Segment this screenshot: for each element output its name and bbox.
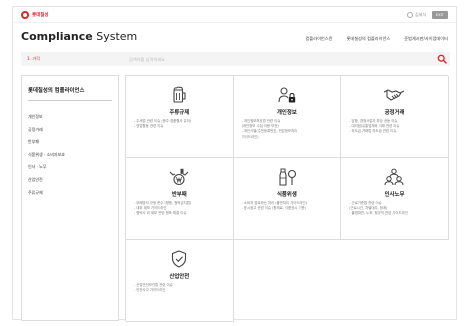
- person-lock-icon: [278, 87, 296, 103]
- sidebar: 롯데칠성의 컴플라이언스 개인정보 공정거래 반부패 식품위생 · 소비자보호 …: [21, 75, 119, 321]
- user-name: 김세식: [414, 12, 426, 17]
- user-info: 김세식: [406, 12, 426, 18]
- card-description: - 산업안전보건법 관련 이슈 - 안전사고 가이드라인: [134, 283, 228, 293]
- card-desc-line: - 하도급 거래법 하도급 관련 이슈: [349, 129, 397, 134]
- card-food-hygiene[interactable]: 식품위생 - 소비자 접촉하는 처리 (불만처리 가이드라인) - 표시광고 관…: [233, 158, 342, 240]
- user-icon: [406, 12, 413, 18]
- card-desc-line: - 협력사 외 제보 관련 협조·체결 이슈: [134, 211, 187, 216]
- card-description: - 소비자 접촉하는 처리 (불만처리 가이드라인) - 표시광고 관련 이슈 …: [242, 201, 336, 211]
- beer-mug-icon: [173, 86, 186, 103]
- top-bar: 롯데칠성 김세식 EXIT: [13, 7, 456, 23]
- card-description: - 담합, 경쟁사업자 부당 공동 이슈 - 대리점/유통업체와 거래 관련 이…: [349, 119, 443, 135]
- logo-mark-icon: [21, 11, 29, 19]
- sidebar-item-liquor-regulation[interactable]: 주류규제: [22, 187, 118, 200]
- card-anti-corruption[interactable]: 반부패 - 부패방지 규정 준수 (향응, 청탁금지법) - 내부 제보 가이드…: [126, 158, 234, 240]
- card-desc-line: - 불법파견, 노조, 정규직 관련 가이드라인: [349, 211, 408, 216]
- hands-money-icon: [169, 168, 189, 186]
- brand-logo[interactable]: 롯데칠성: [21, 11, 49, 19]
- category-select[interactable]: 1. 가각: [21, 52, 119, 66]
- logo-text: 롯데칠성: [32, 13, 49, 18]
- nav-item-board[interactable]: 준법게시판/사이업데이터: [404, 36, 448, 42]
- main-nav: 컴플라이언스란 롯데칠성의 컴플라이언스 준법게시판/사이업데이터: [306, 36, 448, 42]
- page-frame: 롯데칠성 김세식 EXIT Compliance System 컴플라이언스란 …: [12, 6, 457, 322]
- exit-button[interactable]: EXIT: [432, 11, 448, 19]
- card-title: 반부패: [171, 192, 187, 198]
- header: Compliance System 컴플라이언스란 롯데칠성의 컴플라이언스 준…: [13, 24, 456, 46]
- sidebar-list: 개인정보 공정거래 반부패 식품위생 · 소비자보호 인사 · 노무 산업안전 …: [22, 111, 118, 199]
- card-title: 인사노무: [384, 192, 405, 198]
- card-hr-labor[interactable]: 인사노무 - 근로기준법 관련 이슈 (근로시간, 차별대우, 정계) - 불법…: [341, 158, 449, 240]
- sidebar-item-hr-labor[interactable]: 인사 · 노무: [22, 161, 118, 174]
- card-title: 개인정보: [276, 110, 297, 116]
- page-title[interactable]: Compliance System: [21, 30, 137, 43]
- card-desc-line: - 영업활동 관련 이슈: [134, 124, 164, 129]
- card-title: 공정거래: [384, 110, 405, 116]
- card-description: - 부패방지 규정 준수 (향응, 청탁금지법) - 내부 제보 가이드라인 -…: [134, 201, 228, 217]
- card-privacy[interactable]: 개인정보 - 개인정보보호법 관련 이슈 (개인정보 수집·이용·보관) - 개…: [233, 76, 342, 158]
- people-icon: [384, 168, 404, 186]
- sidebar-item-fair-trade[interactable]: 공정거래: [22, 124, 118, 137]
- card-title: 식품위생: [276, 192, 297, 198]
- card-description: - 주세법 관련 이슈 (종주·경품행사 유의) - 영업활동 관련 이슈: [134, 119, 228, 129]
- card-title: 산업안전: [169, 274, 190, 280]
- card-description: - 근로기준법 관련 이슈 (근로시간, 차별대우, 정계) - 불법파견, 노…: [349, 201, 443, 217]
- search-icon[interactable]: [437, 54, 447, 64]
- bottle-icon: [279, 168, 296, 186]
- card-description: - 개인정보보호법 관련 이슈 (개인정보 수집·이용·보관) - 개인식별(주…: [242, 119, 336, 140]
- category-grid: 주류규제 - 주세법 관련 이슈 (종주·경품행사 유의) - 영업활동 관련 …: [125, 75, 449, 322]
- card-industrial-safety[interactable]: 산업안전 - 산업안전보건법 관련 이슈 - 안전사고 가이드라인: [126, 240, 234, 322]
- card-desc-line: 가이드라인): [241, 134, 259, 139]
- card-fair-trade[interactable]: 공정거래 - 담합, 경쟁사업자 부당 공동 이슈 - 대리점/유통업체와 거래…: [341, 76, 449, 158]
- sidebar-item-anti-corruption[interactable]: 반부패: [22, 136, 118, 149]
- sidebar-item-industrial-safety[interactable]: 산업안전: [22, 174, 118, 187]
- sidebar-item-food-hygiene[interactable]: 식품위생 · 소비자보호: [22, 149, 118, 162]
- nav-item-lotte-compliance[interactable]: 롯데칠성의 컴플라이언스: [346, 36, 390, 42]
- card-desc-line: - 안전사고 가이드라인: [134, 288, 166, 293]
- handshake-icon: [384, 89, 405, 101]
- sidebar-title: 롯데칠성의 컴플라이언스: [28, 86, 112, 101]
- search-bar: 1. 가각: [21, 52, 450, 66]
- search-input[interactable]: [129, 54, 419, 64]
- card-title: 주류규제: [169, 110, 190, 116]
- title-rest: System: [92, 30, 138, 43]
- sidebar-item-privacy[interactable]: 개인정보: [22, 111, 118, 124]
- card-liquor-regulation[interactable]: 주류규제 - 주세법 관련 이슈 (종주·경품행사 유의) - 영업활동 관련 …: [126, 76, 234, 158]
- card-desc-line: - 표시광고 관련 이슈 (원재료, 식품표시 기준): [241, 206, 307, 211]
- shield-check-icon: [172, 250, 187, 268]
- nav-item-about[interactable]: 컴플라이언스란: [306, 36, 333, 42]
- title-bold: Compliance: [21, 30, 93, 43]
